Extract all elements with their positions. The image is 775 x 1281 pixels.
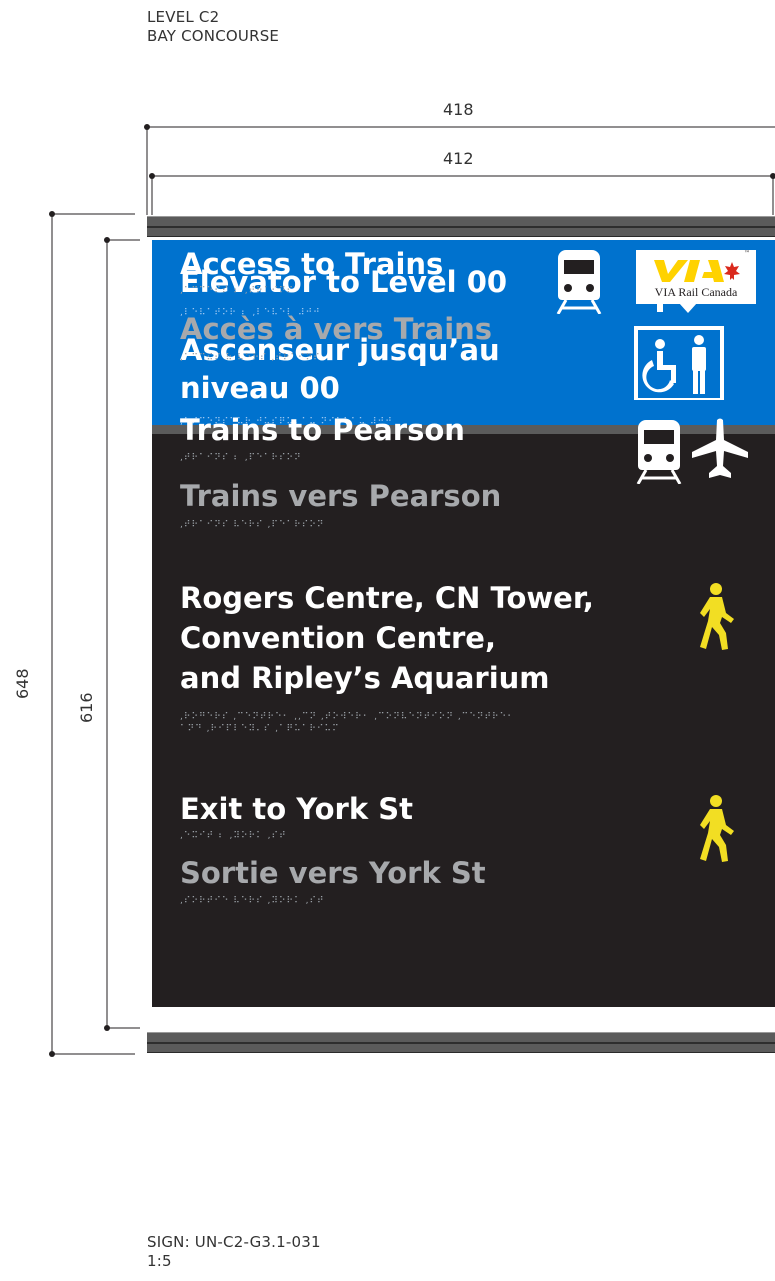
top-rail-gap (147, 226, 775, 228)
via-rail-logo: VIA Rail Canada ™ (636, 250, 756, 304)
rogers-braille-line2: ⠁⠝⠙ ,⠗⠊⠏⠇⠑⠽⠄⠎ ,⠁⠟⠥⠁⠗⠊⠥⠍ (180, 724, 340, 734)
rogers-title-line3: and Ripley’s Aquarium (180, 661, 550, 695)
walking-person-icon (700, 583, 734, 650)
rogers-title-line2: Convention Centre, (180, 621, 496, 655)
sign-id-label: SIGN: UN-C2-G3.1-031 (147, 1233, 321, 1251)
via-rail-tm: ™ (744, 250, 750, 257)
york-braille-en: ,⠑⠭⠊⠞ ⠆ ,⠽⠕⠗⠅ ,⠎⠞ (180, 831, 287, 841)
rogers-title-line1: Rogers Centre, CN Tower, (180, 581, 594, 615)
trains-title-en: Access to Trains (180, 247, 444, 281)
airplane-icon (692, 418, 748, 478)
sign-id-caption: SIGN: UN-C2-G3.1-031 1:5 (147, 1233, 321, 1271)
pearson-braille-en: ,⠞⠗⠁⠊⠝⠎ ⠆ ,⠏⠑⠁⠗⠎⠕⠝ (180, 453, 302, 463)
bottom-rail-gap (147, 1042, 775, 1044)
trains-braille-en: ,⠁⠉⠉⠑⠎⠎ ⠆ ,⠞⠗⠁⠊⠝⠎ (180, 286, 295, 296)
elevator-title-fr-line2: niveau 00 (180, 371, 340, 405)
via-rail-text: VIA Rail Canada (654, 285, 738, 299)
train-icon (636, 420, 682, 484)
walking-person-icon (700, 795, 734, 862)
pearson-title-en: Trains to Pearson (180, 413, 465, 447)
rogers-braille-line1: ,⠗⠕⠛⠑⠗⠎ ,⠉⠑⠝⠞⠗⠑⠂ ,,⠉⠝ ,⠞⠕⠺⠑⠗⠂ ,⠉⠕⠝⠧⠑⠝⠞⠊⠕… (180, 712, 515, 722)
outer-width-label: 418 (443, 100, 474, 119)
inner-width-label: 412 (443, 149, 474, 168)
train-icon (556, 250, 602, 314)
pearson-braille-fr: ,⠞⠗⠁⠊⠝⠎ ⠧⠑⠗⠎ ,⠏⠑⠁⠗⠎⠕⠝ (180, 520, 325, 530)
york-braille-fr: ,⠎⠕⠗⠞⠊⠑ ⠧⠑⠗⠎ ,⠽⠕⠗⠅ ,⠎⠞ (180, 896, 325, 906)
trains-title-fr: Accès à vers Trains (180, 312, 493, 346)
york-title-en: Exit to York St (180, 792, 413, 826)
york-title-fr: Sortie vers York St (180, 856, 486, 890)
accessible-elevator-icon (634, 292, 724, 400)
sign-panel: Elevator to Level 00 ,⠇⠑⠧⠁⠞⠕⠗ ⠆ ,⠇⠑⠧⠑⠇ ⠼… (152, 240, 775, 1007)
trains-braille-fr: ,⠁⠉⠉⠮⠎ ⠷ ⠧⠑⠗⠎ ,⠞⠗⠁⠊⠝⠎ (180, 353, 321, 363)
outer-height-label: 648 (13, 668, 32, 699)
scale-label: 1:5 (147, 1252, 172, 1270)
inner-height-label: 616 (77, 692, 96, 723)
via-rail-mark (654, 260, 740, 282)
pearson-title-fr: Trains vers Pearson (180, 479, 502, 513)
